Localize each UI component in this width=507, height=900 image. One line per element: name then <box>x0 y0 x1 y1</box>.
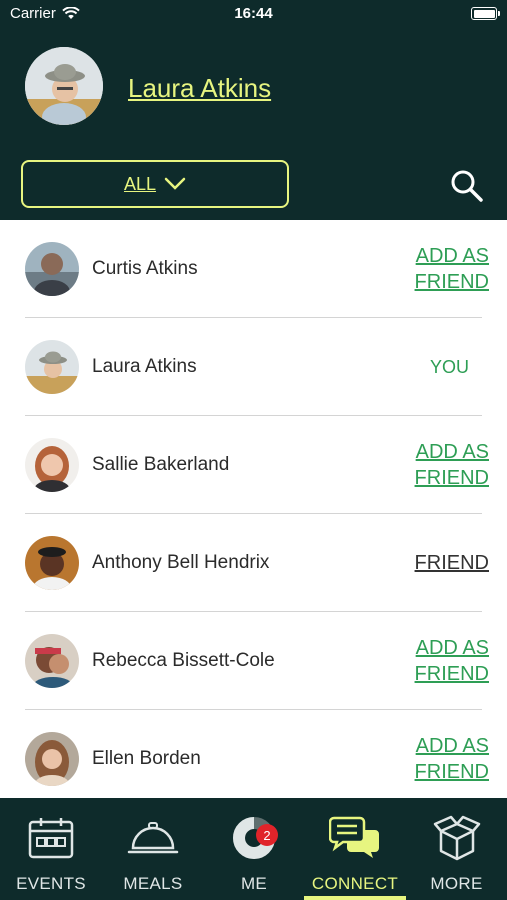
profile-avatar[interactable] <box>25 47 103 125</box>
person-name: Rebecca Bissett-Cole <box>92 650 275 671</box>
tab-me[interactable]: 2 ME <box>204 798 304 900</box>
tab-more[interactable]: MORE <box>406 798 507 900</box>
people-list[interactable]: Curtis Atkins ADD AS FRIEND Laura Atkins… <box>0 220 507 798</box>
add-friend-button[interactable]: ADD AS FRIEND <box>415 733 489 785</box>
you-label: YOU <box>429 357 469 377</box>
action-line: FRIEND <box>414 552 489 574</box>
avatar <box>25 536 79 590</box>
action-line: ADD AS <box>415 637 489 659</box>
chevron-down-icon <box>164 177 186 190</box>
tab-label: EVENTS <box>16 874 86 893</box>
action-line: ADD AS <box>415 735 489 757</box>
action-line: FRIEND <box>414 663 489 685</box>
list-item[interactable]: Anthony Bell Hendrix FRIEND <box>0 514 507 612</box>
avatar <box>25 242 79 296</box>
person-name: Laura Atkins <box>92 356 197 377</box>
add-friend-button[interactable]: ADD AS FRIEND <box>415 243 489 295</box>
tab-bar: EVENTS MEALS 2 ME CONNECT MORE <box>0 798 507 900</box>
filter-label: ALL <box>123 173 157 194</box>
tab-connect[interactable]: CONNECT <box>304 798 406 900</box>
clock: 16:44 <box>234 5 273 22</box>
action-line: ADD AS <box>415 441 489 463</box>
tab-label: CONNECT <box>311 874 399 893</box>
person-name: Curtis Atkins <box>92 258 198 279</box>
box-icon <box>431 814 483 862</box>
action-line: FRIEND <box>414 271 489 293</box>
avatar <box>25 732 79 786</box>
search-icon <box>451 170 483 202</box>
calendar-icon <box>25 814 77 862</box>
add-friend-button[interactable]: ADD AS FRIEND <box>415 635 489 687</box>
action-line: ADD AS <box>415 245 489 267</box>
chat-bubbles-icon <box>329 814 381 862</box>
add-friend-button[interactable]: ADD AS FRIEND <box>415 439 489 491</box>
action-line: FRIEND <box>414 467 489 489</box>
list-item[interactable]: Sallie Bakerland ADD AS FRIEND <box>0 416 507 514</box>
filter-dropdown[interactable]: ALL <box>21 160 289 208</box>
tab-label: ME <box>240 874 268 893</box>
avatar <box>25 340 79 394</box>
battery-icon <box>471 7 500 20</box>
avatar <box>25 634 79 688</box>
tab-events[interactable]: EVENTS <box>0 798 102 900</box>
avatar-image <box>25 47 103 125</box>
list-item[interactable]: Rebecca Bissett-Cole ADD AS FRIEND <box>0 612 507 710</box>
cloche-icon <box>127 814 179 862</box>
profile-name[interactable]: Laura Atkins <box>128 73 271 104</box>
action-line: FRIEND <box>414 761 489 783</box>
profile-header: Laura Atkins ALL <box>0 30 507 220</box>
notification-badge: 2 <box>256 824 278 846</box>
tab-label: MEALS <box>123 874 183 893</box>
progress-ring-icon: 2 <box>228 814 280 862</box>
list-item[interactable]: Ellen Borden ADD AS FRIEND <box>0 710 507 798</box>
avatar <box>25 438 79 492</box>
list-item[interactable]: Laura Atkins YOU <box>0 318 507 416</box>
tab-label: MORE <box>430 874 483 893</box>
tab-meals[interactable]: MEALS <box>102 798 204 900</box>
friend-button[interactable]: FRIEND <box>415 550 489 576</box>
search-button[interactable] <box>449 168 485 204</box>
list-item[interactable]: Curtis Atkins ADD AS FRIEND <box>0 220 507 318</box>
status-bar: Carrier 16:44 <box>0 0 507 30</box>
person-name: Anthony Bell Hendrix <box>92 552 270 573</box>
person-name: Sallie Bakerland <box>92 454 230 475</box>
person-name: Ellen Borden <box>92 748 201 769</box>
